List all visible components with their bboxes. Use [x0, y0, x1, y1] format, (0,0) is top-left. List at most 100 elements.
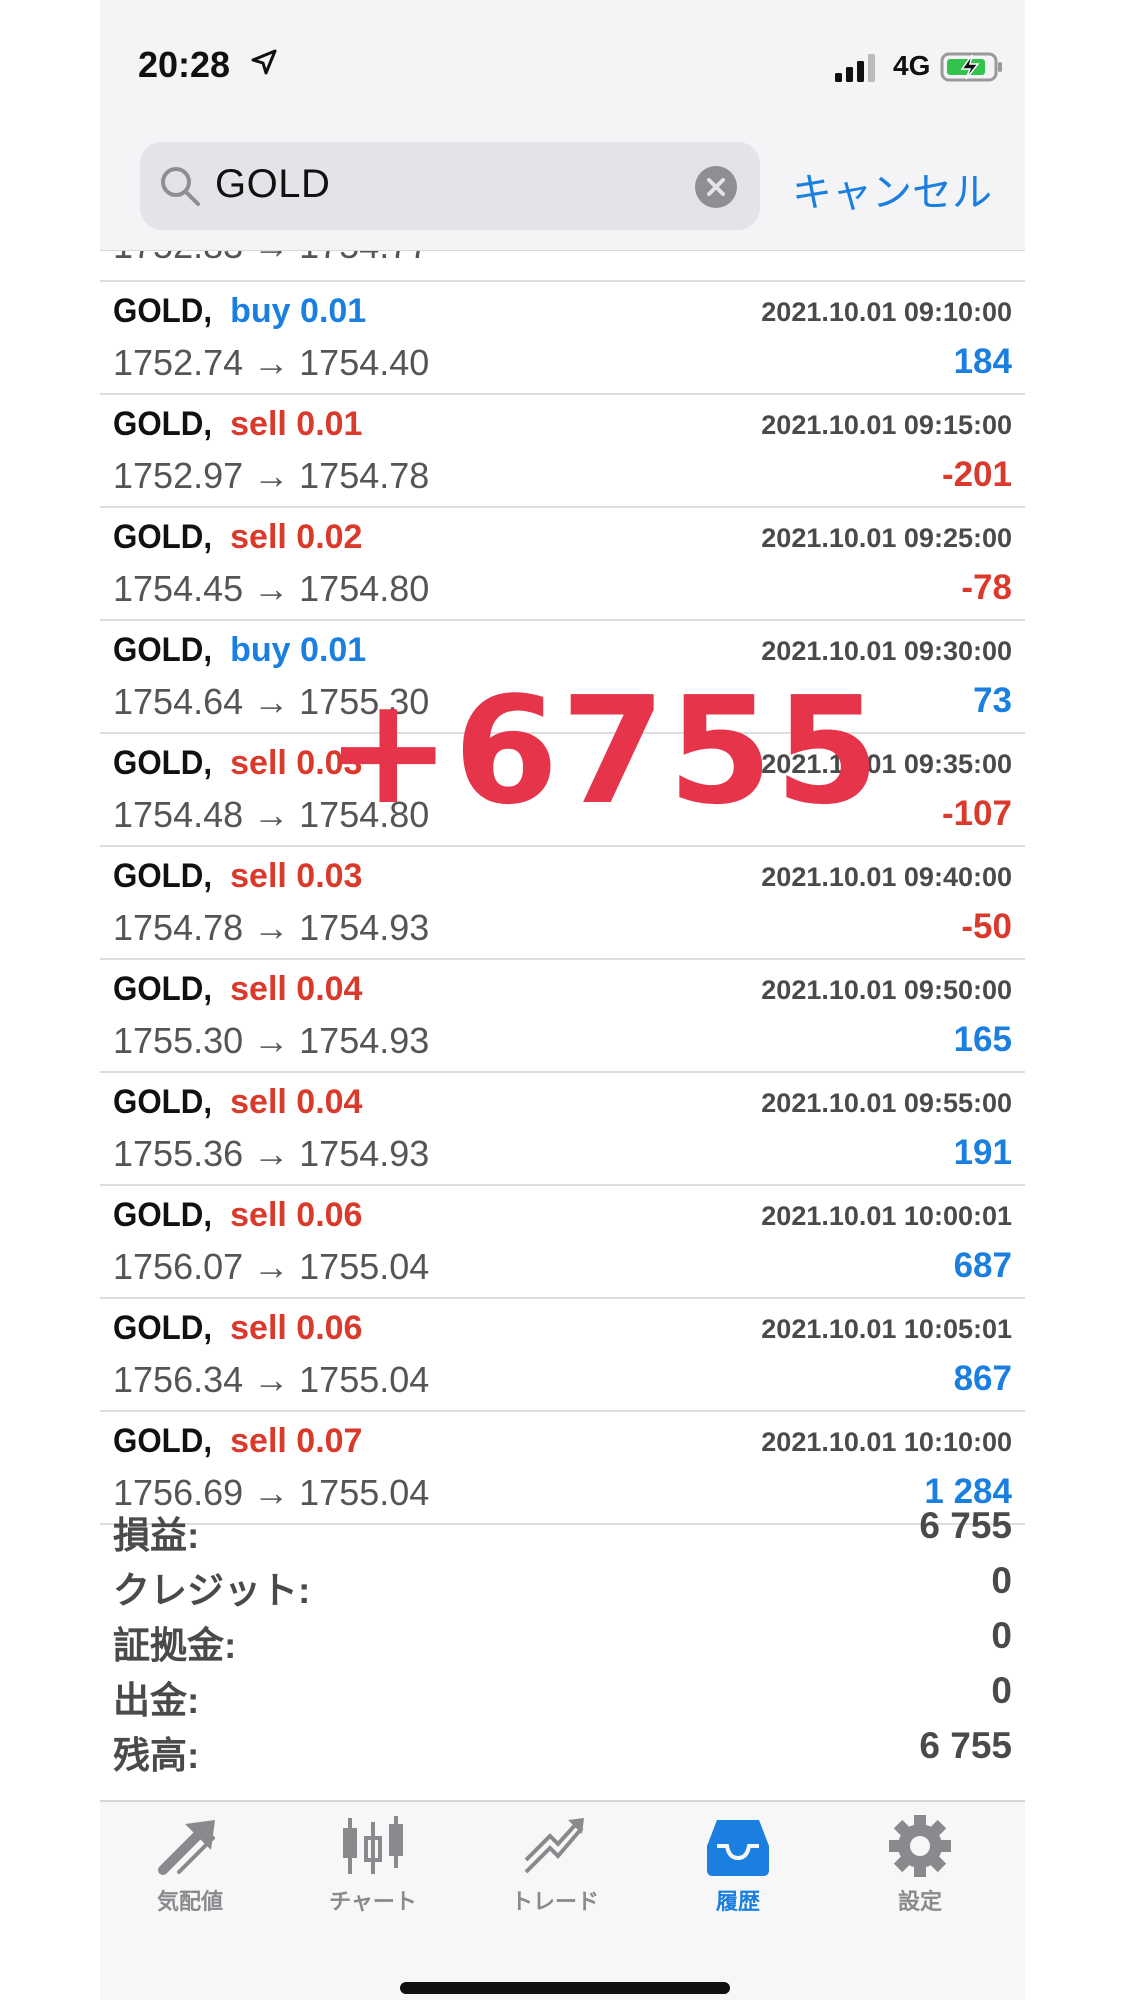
trade-direction: sell	[230, 857, 287, 895]
open-price: 1755.36	[113, 1133, 244, 1174]
trade-profit: -78	[961, 568, 1012, 607]
cancel-button[interactable]: キャンセル	[792, 160, 992, 218]
open-price: 1754.64	[113, 681, 244, 722]
trade-symbol: GOLD,	[113, 292, 213, 330]
summary-row: 残高: 6 755	[113, 1725, 1012, 1779]
trade-direction: sell	[230, 1196, 287, 1234]
summary-label: 損益:	[113, 1515, 200, 1556]
trade-prices: 1754.45 → 1754.80	[113, 568, 429, 610]
trade-profit: 867	[953, 1359, 1012, 1398]
chart-icon	[343, 1816, 403, 1874]
trade-header: GOLD, sell 0.06	[113, 1196, 362, 1235]
tab-label: 履歴	[715, 1889, 760, 1914]
search-input[interactable]: GOLD	[140, 142, 760, 230]
tab-history[interactable]: 履歴	[648, 1814, 828, 1924]
trade-datetime: 2021.10.01 09:10:00	[761, 297, 1012, 327]
trade-header: GOLD, sell 0.06	[113, 1309, 362, 1348]
summary-row: クレジット: 0	[113, 1560, 1012, 1614]
trade-prices: 1755.36 → 1754.93	[113, 1133, 429, 1175]
trade-row[interactable]: GOLD, sell 0.06 2021.10.01 10:00:01 1756.0…	[100, 1186, 1025, 1299]
summary-row: 損益: 6 755	[113, 1505, 1012, 1559]
trade-row[interactable]: GOLD, sell 0.04 2021.10.01 09:50:00 1755.3…	[100, 960, 1025, 1073]
trade-direction: sell	[230, 405, 287, 443]
trade-profit: -201	[941, 455, 1012, 494]
tab-chart[interactable]: チャート	[283, 1814, 463, 1924]
trade-row[interactable]: GOLD, sell 0.02 2021.10.01 09:25:00 1754.4…	[100, 508, 1025, 621]
tab-label: チャート	[329, 1889, 417, 1914]
summary-value: 6 755	[919, 1725, 1012, 1766]
trade-datetime: 2021.10.01 10:05:01	[761, 1314, 1012, 1344]
settings-icon	[889, 1815, 951, 1877]
open-price: 1752.83	[113, 251, 243, 266]
trade-lot: 0.01	[296, 405, 363, 443]
arrow-icon: →	[243, 1359, 300, 1400]
trade-direction: sell	[230, 1083, 287, 1121]
trade-lot: 0.03	[296, 857, 363, 895]
quotes-icon	[158, 1820, 215, 1875]
arrow-icon: →	[243, 907, 300, 948]
trade-symbol: GOLD,	[113, 1309, 213, 1347]
summary-label: 残高:	[113, 1735, 200, 1776]
status-time: 20:28	[138, 44, 231, 85]
arrow-icon: →	[243, 342, 300, 383]
trade-lot: 0.06	[296, 1196, 363, 1234]
profit-overlay-text: +6755	[325, 665, 882, 837]
status-bar: 20:28 4G	[100, 0, 1025, 130]
trade-prices: 1752.83 → 1754.77	[113, 251, 429, 267]
summary-value: 0	[991, 1670, 1012, 1711]
trade-symbol: GOLD,	[113, 405, 213, 443]
trade-datetime: 2021.10.01 09:55:00	[761, 1088, 1012, 1118]
tab-trade[interactable]: トレード	[465, 1814, 645, 1924]
trade-datetime: 2021.10.01 10:10:00	[761, 1427, 1012, 1457]
home-indicator	[400, 1982, 730, 1994]
close-price: 1754.78	[299, 455, 430, 496]
arrow-icon: →	[243, 681, 300, 722]
tab-quotes[interactable]: 気配値	[100, 1814, 280, 1924]
trade-symbol: GOLD,	[113, 970, 213, 1008]
summary-label: クレジット:	[113, 1570, 311, 1611]
trade-prices: 1754.78 → 1754.93	[113, 907, 429, 949]
trade-prices: 1756.34 → 1755.04	[113, 1359, 429, 1401]
summary-value: 0	[991, 1615, 1012, 1656]
trade-row[interactable]: GOLD, sell 0.04 2021.10.01 09:55:00 1755.3…	[100, 1073, 1025, 1186]
trade-header: GOLD, sell 0.07	[113, 1422, 362, 1461]
trade-row[interactable]: GOLD, sell 0.03 2021.10.01 09:40:00 1754.7…	[100, 847, 1025, 960]
trade-datetime: 2021.10.01 09:15:00	[761, 410, 1012, 440]
trade-datetime: 2021.10.01 09:30:00	[761, 636, 1012, 666]
trade-prices: 1756.07 → 1755.04	[113, 1246, 429, 1288]
arrow-icon: →	[243, 455, 300, 496]
trade-symbol: GOLD,	[113, 1422, 213, 1460]
trade-datetime: 2021.10.01 09:25:00	[761, 523, 1012, 553]
location-arrow-icon	[251, 49, 277, 75]
trade-profit: 73	[973, 681, 1012, 720]
summary-label: 出金:	[113, 1680, 200, 1721]
close-price: 1754.77	[299, 251, 429, 266]
trade-profit: 687	[953, 1246, 1012, 1285]
tab-settings[interactable]: 設定	[830, 1814, 1010, 1924]
history-icon	[707, 1820, 769, 1876]
trade-direction: buy	[230, 292, 291, 330]
trade-direction: sell	[230, 970, 287, 1008]
trade-symbol: GOLD,	[113, 857, 213, 895]
trade-profit: 165	[953, 1020, 1012, 1059]
trade-row[interactable]: GOLD, buy 0.011752.83 → 1754.77-213	[100, 251, 1025, 282]
trade-row[interactable]: GOLD, buy 0.01 2021.10.01 09:10:00 1752.74…	[100, 282, 1025, 395]
trade-datetime: 2021.10.01 09:40:00	[761, 862, 1012, 892]
trade-datetime: 2021.10.01 09:50:00	[761, 975, 1012, 1005]
trade-row[interactable]: GOLD, sell 0.06 2021.10.01 10:05:01 1756.3…	[100, 1299, 1025, 1412]
trade-history-list: GOLD, buy 0.011752.83 → 1754.77-213GOLD,…	[100, 251, 1025, 1525]
arrow-icon: →	[243, 251, 299, 266]
summary-value: 6 755	[919, 1505, 1012, 1546]
open-price: 1754.78	[113, 907, 244, 948]
close-price: 1754.40	[299, 342, 430, 383]
trade-lot: 0.06	[296, 1309, 363, 1347]
summary-row: 証拠金: 0	[113, 1615, 1012, 1669]
trade-profit: -50	[961, 907, 1012, 946]
close-price: 1754.93	[299, 907, 430, 948]
trade-header: GOLD, sell 0.02	[113, 518, 362, 557]
trade-row[interactable]: GOLD, sell 0.01 2021.10.01 09:15:00 1752.9…	[100, 395, 1025, 508]
clear-search-icon[interactable]	[695, 166, 737, 208]
close-price: 1754.93	[299, 1020, 430, 1061]
trade-header: GOLD, sell 0.04	[113, 1083, 362, 1122]
trade-symbol: GOLD,	[113, 518, 213, 556]
